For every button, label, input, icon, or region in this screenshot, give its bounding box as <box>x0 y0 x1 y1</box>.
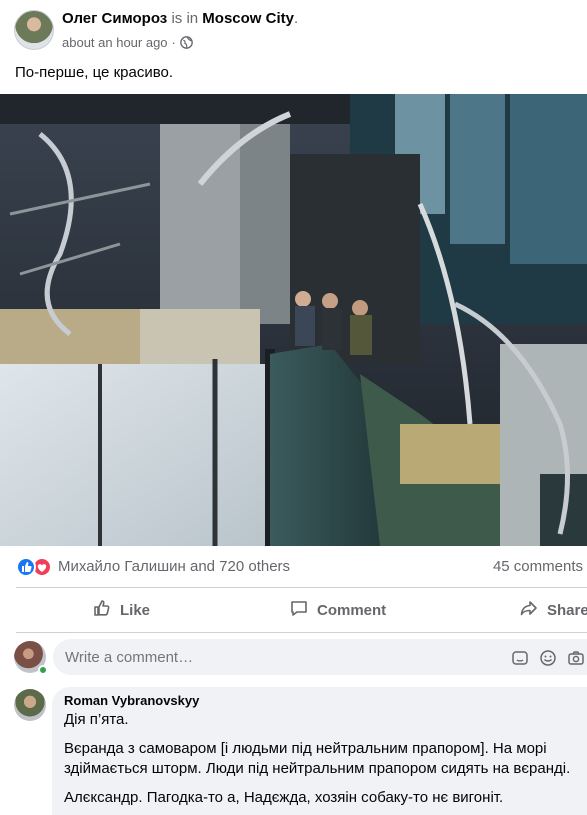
author-line: Олег Симороз is in Moscow City. <box>62 10 298 27</box>
reactors-text[interactable]: Михайло Галишин and 720 others <box>58 558 290 575</box>
reactions-bar: Михайло Галишин and 720 others 45 commen… <box>0 552 587 580</box>
place-link[interactable]: Moscow City <box>202 10 294 27</box>
actions-divider <box>16 587 587 588</box>
period-text: . <box>293 10 299 27</box>
post-meta: about an hour ago · <box>62 35 193 50</box>
author-avatar[interactable] <box>14 10 54 50</box>
commenter-name[interactable]: Roman Vybranovskyy <box>64 693 575 708</box>
like-label: Like <box>120 601 151 619</box>
comment-text-line-3: Алєксандр. Пагодка-то а, Надєжда, хозяін… <box>64 789 504 806</box>
online-status-dot <box>38 665 48 675</box>
share-icon <box>519 598 539 622</box>
reaction-icons[interactable] <box>16 557 54 577</box>
like-reaction-icon <box>16 557 36 577</box>
post-text: По-перше, це красиво. <box>15 64 174 81</box>
composer-icons <box>511 649 585 667</box>
comment-icon <box>289 598 309 622</box>
comment-input[interactable] <box>53 639 587 675</box>
smiley-icon[interactable] <box>539 649 557 667</box>
comment-button[interactable]: Comment <box>289 592 386 628</box>
post-header: Олег Симороз is in Moscow City. about an… <box>0 0 587 60</box>
post-actions: Like Comment Share <box>0 592 587 628</box>
comments-count[interactable]: 45 comments <box>493 558 583 575</box>
post-time[interactable]: about an hour ago <box>62 35 168 50</box>
comment-bubble: Roman Vybranovskyy Дія п’ята. Вєранда з … <box>52 687 587 815</box>
is-in-text: is in <box>171 10 199 27</box>
damaged-building-photo <box>0 94 587 546</box>
globe-icon <box>180 36 193 49</box>
share-button[interactable]: Share <box>519 592 587 628</box>
comment-text-line-2: Вєранда з самоваром [і людьми під нейтра… <box>64 740 571 777</box>
camera-icon[interactable] <box>567 649 585 667</box>
share-label: Share <box>547 601 587 619</box>
actions-divider-bottom <box>16 632 587 633</box>
commenter-avatar[interactable] <box>14 689 46 721</box>
comment-composer <box>0 638 587 678</box>
meta-separator: · <box>171 35 176 50</box>
thumbs-up-icon <box>92 598 112 622</box>
comment-label: Comment <box>317 601 387 619</box>
comment-text-line-1: Дія п’ята. <box>64 711 129 728</box>
author-name[interactable]: Олег Симороз <box>62 10 167 27</box>
emoji-sticker-icon[interactable] <box>511 649 529 667</box>
comment-item: Roman Vybranovskyy Дія п’ята. Вєранда з … <box>0 687 587 815</box>
post-photo[interactable] <box>0 94 587 546</box>
like-button[interactable]: Like <box>92 592 150 628</box>
